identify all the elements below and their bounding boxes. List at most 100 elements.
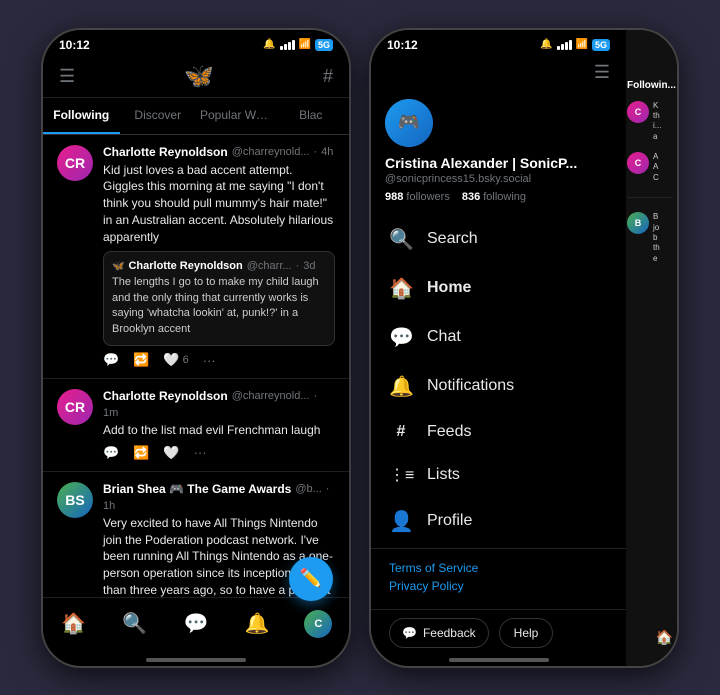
feedback-label: Feedback — [423, 626, 476, 640]
retweet-btn-1[interactable]: 🔁 — [133, 352, 149, 368]
tweet-age-1: 4h — [321, 146, 333, 158]
tweet-header-3: Brian Shea 🎮 The Game Awards @b... · 1h — [103, 482, 335, 512]
terms-link[interactable]: Terms of Service — [389, 561, 608, 575]
menu-feeds[interactable]: # Feeds — [371, 411, 626, 453]
menu-search[interactable]: 🔍 Search — [371, 215, 626, 264]
time-2: 10:12 — [387, 38, 418, 52]
app-header-1: ☰ 🦋 # — [43, 56, 349, 98]
notifications-menu-icon: 🔔 — [389, 374, 413, 399]
signal-icon-2 — [557, 40, 572, 50]
tweet-time-3: · — [326, 483, 330, 495]
menu-icon[interactable]: ☰ — [59, 66, 75, 87]
tab-following[interactable]: Following — [43, 98, 120, 134]
nav-notifications[interactable]: 🔔 — [239, 606, 275, 642]
status-icons-2: 🔔 📶 5G — [540, 39, 610, 51]
bottom-navigation: 🏠 🔍 💬 🔔 C — [43, 597, 349, 654]
user-profile: 🎮 — [385, 99, 612, 147]
tweet-item-2: CR Charlotte Reynoldson @charreynold... … — [43, 379, 349, 472]
more-btn-2[interactable]: ··· — [194, 445, 207, 460]
signal-icon — [280, 40, 295, 50]
home-indicator-1 — [146, 658, 246, 662]
tweet-text-2: Add to the list mad evil Frenchman laugh — [103, 422, 335, 439]
user-handle: @sonicprincess15.bsky.social — [385, 173, 612, 185]
tweet-handle-2: @charreynold... — [232, 390, 310, 402]
peek-tweet-1: C Kthi...a — [627, 101, 673, 143]
user-stats: 988 followers 836 following — [385, 191, 612, 203]
compose-button[interactable]: ✏️ — [289, 557, 333, 601]
tweet-actions-2: 💬 🔁 🤍 ··· — [103, 445, 335, 461]
menu-home[interactable]: 🏠 Home — [371, 264, 626, 313]
network-badge-2: 5G — [592, 39, 610, 51]
lists-menu-icon: ⋮≡ — [389, 465, 413, 485]
quote-tweet-1: 🦋 Charlotte Reynoldson @charr... · 3d Th… — [103, 251, 335, 346]
tweet-author-3: Brian Shea 🎮 The Game Awards — [103, 482, 291, 496]
reply-btn-1[interactable]: 💬 — [103, 352, 119, 368]
tweet-time-2: · — [314, 390, 318, 402]
tweet-actions-1: 💬 🔁 🤍6 ··· — [103, 352, 335, 368]
notifications-label: Notifications — [427, 377, 514, 395]
peek-divider — [627, 197, 673, 198]
menu-profile[interactable]: 👤 Profile — [371, 497, 626, 546]
drawer-footer: Terms of Service Privacy Policy — [371, 548, 626, 609]
profile-menu-icon: 👤 — [389, 509, 413, 534]
quote-age-1: 3d — [303, 260, 315, 272]
drawer-bottom-actions: 💬 Feedback Help — [371, 609, 626, 654]
tweet-feed: CR Charlotte Reynoldson @charreynold... … — [43, 135, 349, 597]
tab-popular[interactable]: Popular With Friends — [196, 98, 273, 134]
home-menu-icon: 🏠 — [389, 276, 413, 301]
tweet-handle-3: @b... — [295, 483, 321, 495]
tweet-handle-1: @charreynold... — [232, 146, 310, 158]
home-label: Home — [427, 279, 471, 297]
like-btn-1[interactable]: 🤍6 — [163, 352, 188, 368]
peek-tab-following: Followin... — [627, 80, 673, 91]
nav-home[interactable]: 🏠 — [56, 606, 92, 642]
menu-chat[interactable]: 💬 Chat — [371, 313, 626, 362]
help-label: Help — [514, 626, 539, 640]
profile-label: Profile — [427, 512, 472, 530]
nav-search[interactable]: 🔍 — [117, 606, 153, 642]
following-stat: 836 following — [462, 191, 526, 203]
privacy-link[interactable]: Privacy Policy — [389, 579, 608, 593]
tweet-body-2: Charlotte Reynoldson @charreynold... · 1… — [103, 389, 335, 461]
tweet-author-2: Charlotte Reynoldson — [103, 389, 228, 403]
followers-stat: 988 followers — [385, 191, 450, 203]
more-btn-1[interactable]: ··· — [203, 353, 216, 368]
peek-tweet-3: B Bjobthe — [627, 212, 673, 264]
navigation-drawer: 10:12 🔔 📶 5G ☰ — [371, 30, 626, 666]
peek-content: Followin... C Kthi...a C AAC B Bjobthe — [623, 30, 677, 265]
peek-tweet-2: C AAC — [627, 152, 673, 183]
chat-label: Chat — [427, 328, 461, 346]
phone-feed: 10:12 🔔 📶 5G ☰ 🦋 # — [41, 28, 351, 668]
drawer-header-bar: ☰ — [371, 56, 626, 89]
reply-btn-2[interactable]: 💬 — [103, 445, 119, 461]
drawer-menu-list: 🔍 Search 🏠 Home 💬 Chat 🔔 Notifications — [371, 209, 626, 548]
quote-text-1: The lengths I go to to make my child lau… — [112, 275, 326, 337]
search-menu-icon: 🔍 — [389, 227, 413, 252]
help-button[interactable]: Help — [499, 618, 554, 648]
avatar-1: CR — [57, 145, 93, 181]
avatar-2: CR — [57, 389, 93, 425]
hashtag-icon[interactable]: # — [323, 66, 333, 87]
retweet-btn-2[interactable]: 🔁 — [133, 445, 149, 461]
feedback-button[interactable]: 💬 Feedback — [389, 618, 489, 648]
nav-chat[interactable]: 💬 — [178, 606, 214, 642]
network-badge: 5G — [315, 39, 333, 51]
drawer-profile-section: 🎮 Cristina Alexander | SonicP... @sonicp… — [371, 89, 626, 209]
notification-bell-icon: 🔔 — [263, 39, 275, 50]
user-display-name: Cristina Alexander | SonicP... — [385, 155, 612, 171]
feed-peek-panel: Followin... C Kthi...a C AAC B Bjobthe — [622, 30, 677, 666]
home-indicator-2 — [449, 658, 549, 662]
like-btn-2[interactable]: 🤍 — [163, 445, 179, 461]
tweet-header-1: Charlotte Reynoldson @charreynold... · 4… — [103, 145, 335, 159]
nav-profile[interactable]: C — [300, 606, 336, 642]
close-drawer-icon[interactable]: ☰ — [594, 62, 610, 83]
user-name-section: Cristina Alexander | SonicP... @sonicpri… — [385, 155, 612, 185]
feedback-icon: 💬 — [402, 626, 417, 640]
tab-blac[interactable]: Blac — [273, 98, 350, 134]
drawer-avatar[interactable]: 🎮 — [385, 99, 433, 147]
menu-notifications[interactable]: 🔔 Notifications — [371, 362, 626, 411]
wifi-icon: 📶 — [299, 39, 311, 50]
peek-bottom: 🏠 — [656, 629, 673, 646]
tab-discover[interactable]: Discover — [120, 98, 197, 134]
menu-lists[interactable]: ⋮≡ Lists — [371, 453, 626, 497]
